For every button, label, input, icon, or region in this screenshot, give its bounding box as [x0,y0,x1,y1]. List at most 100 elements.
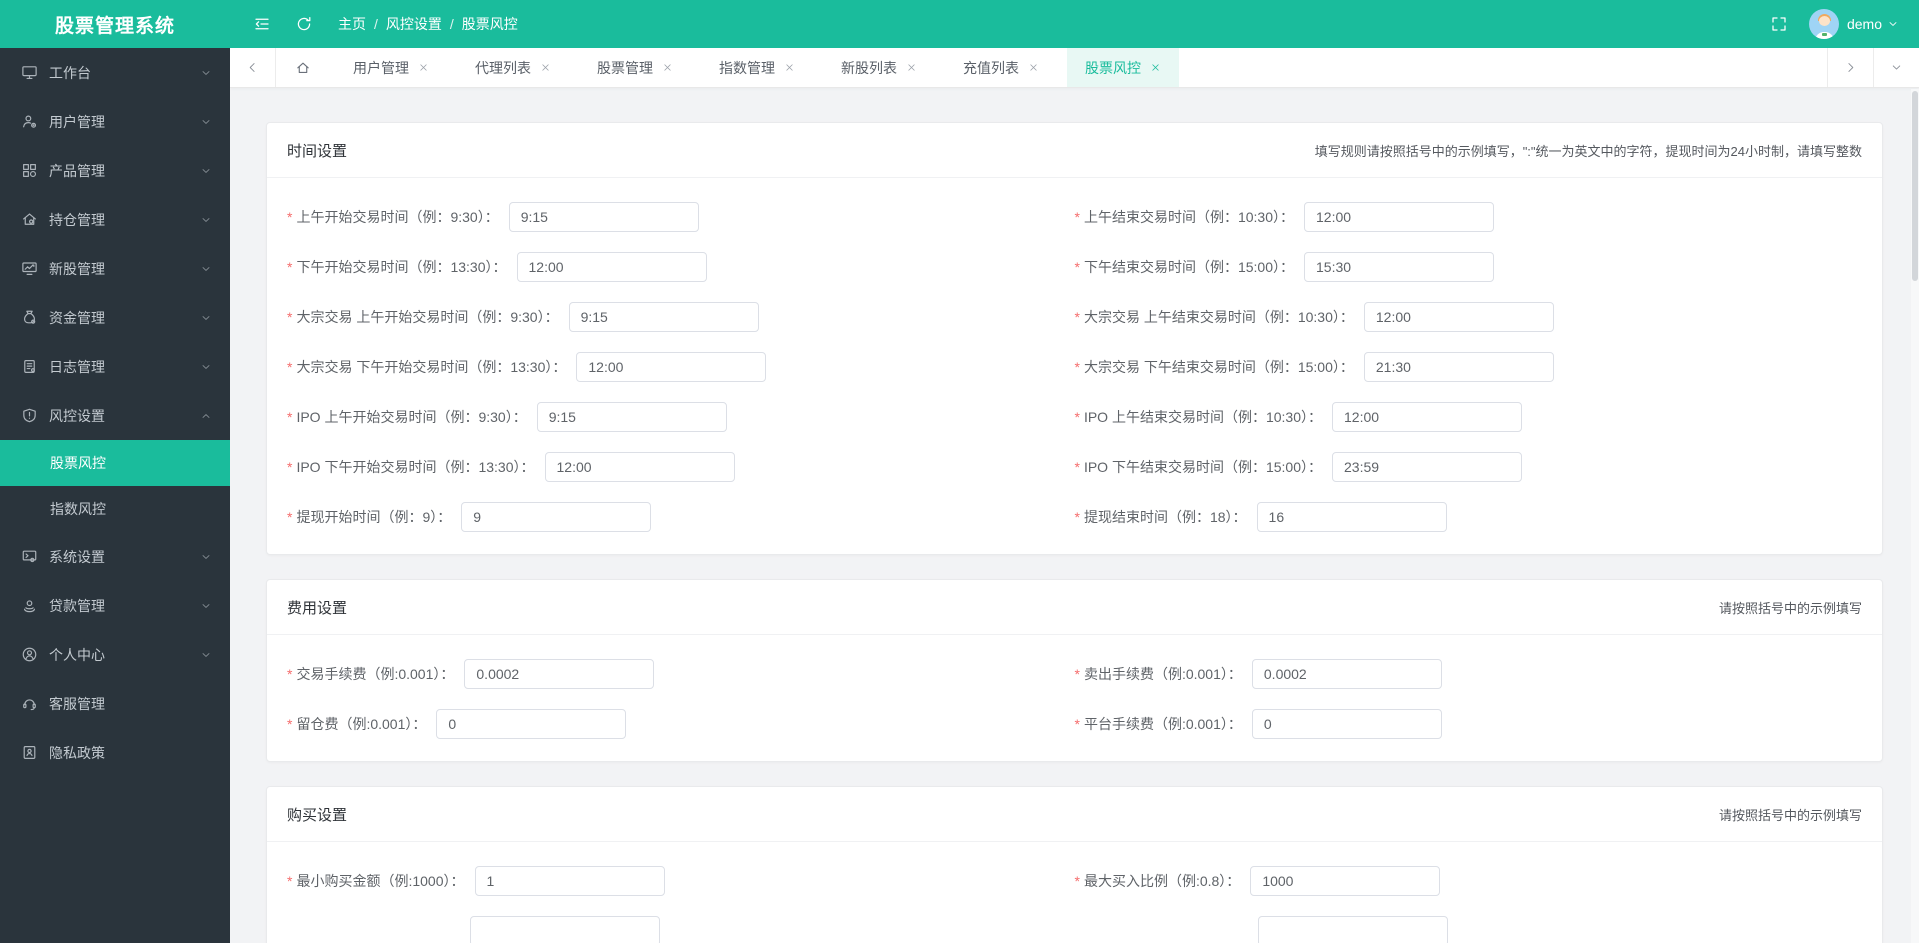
profile-icon [20,646,38,664]
tab[interactable]: 指数管理 [701,48,813,87]
tab[interactable]: 股票风控 [1067,48,1179,87]
required-asterisk: * [1074,409,1080,425]
field-input[interactable] [1332,402,1522,432]
field-label: * 上午结束交易时间（例：10:30）： [1074,209,1295,225]
sidebar-item[interactable]: 贷款管理 [0,581,230,630]
form-field: * 平台手续费（例:0.001）： [1075,709,1863,739]
sidebar-item[interactable]: 产品管理 [0,146,230,195]
refresh-button[interactable] [294,14,314,34]
field-input[interactable] [1257,916,1448,943]
sidebar-item[interactable]: 日志管理 [0,342,230,391]
field-label: * 上午开始交易时间（例：9:30）： [287,209,499,225]
required-asterisk: * [287,873,293,889]
tabs-scroll-right-button[interactable] [1827,48,1873,87]
tab-label: 指数管理 [719,59,775,76]
field-input[interactable] [1251,709,1442,739]
field-input[interactable] [508,202,699,232]
field-input[interactable] [1250,866,1441,896]
home-tab[interactable] [276,48,330,87]
close-icon[interactable] [906,62,917,73]
required-asterisk: * [1074,509,1080,525]
collapse-sidebar-button[interactable] [252,14,272,34]
sidebar-item[interactable]: 系统设置 [0,532,230,581]
sidebar-item-label: 隐私政策 [49,744,105,761]
field-label: * IPO 上午开始交易时间（例：9:30）： [287,409,527,425]
required-asterisk: * [1074,309,1080,325]
form-row: *上午开始交易时间（例：9:30）： *上午结束交易时间（例：10:30）： [287,202,1862,232]
field-input[interactable] [1256,502,1447,532]
sidebar-item[interactable]: 新股管理 [0,244,230,293]
scrollbar[interactable] [1911,89,1919,943]
sidebar-item-label: 用户管理 [49,113,105,130]
sidebar-item[interactable]: 风控设置 [0,391,230,440]
required-asterisk: * [1074,716,1080,732]
close-icon[interactable] [540,62,551,73]
tabs-scroll-left-button[interactable] [230,48,276,87]
field-input[interactable] [568,302,759,332]
tab[interactable]: 充值列表 [945,48,1057,87]
sidebar-item[interactable]: 客服管理 [0,679,230,728]
tab[interactable]: 股票管理 [579,48,691,87]
field-label: * 提现结束时间（例：18）： [1074,509,1247,525]
tab[interactable]: 新股列表 [823,48,935,87]
avatar[interactable] [1808,9,1839,39]
field-input[interactable] [436,709,627,739]
tab[interactable]: 用户管理 [335,48,447,87]
fullscreen-button[interactable] [1769,14,1789,34]
tabs: 用户管理 代理列表 股票管理 指数管理 新股列表 充值列表 股票风控 [330,48,1827,87]
card-note: 请按照括号中的示例填写 [1718,807,1862,823]
chevron-down-icon [200,649,212,661]
sidebar-menu: 工作台用户管理产品管理 持仓管理 新股管理 资金管理 日志管理 风控设置 股票风控 指数风控系… [0,48,230,777]
settings-card: 购买设置 请按照括号中的示例填写 *最小购买金额（例:1000）： *最大买入比例（例… [266,786,1883,943]
support-icon [20,695,38,713]
field-input[interactable] [1251,659,1442,689]
form-field: * 大宗交易 上午结束交易时间（例：10:30）： [1075,302,1863,332]
form-row: *提现开始时间（例：9）： *提现结束时间（例：18）： [287,502,1862,532]
sidebar-item[interactable]: 用户管理 [0,97,230,146]
sidebar-subitem[interactable]: 股票风控 [0,440,230,486]
chevron-down-icon [200,312,212,324]
field-label: * 大宗交易 下午开始交易时间（例：13:30）： [287,359,567,375]
sidebar-item[interactable]: 持仓管理 [0,195,230,244]
tabs-dropdown-button[interactable] [1873,48,1919,87]
field-input[interactable] [1363,352,1554,382]
close-icon[interactable] [418,62,429,73]
field-input[interactable] [474,866,665,896]
field-input[interactable] [1304,252,1494,282]
sidebar-item[interactable]: 工作台 [0,48,230,97]
card-body: *上午开始交易时间（例：9:30）： *上午结束交易时间（例：10:30）： *下午… [267,178,1882,554]
chevron-down-icon[interactable] [1887,18,1899,30]
form-field [1075,916,1863,943]
field-input[interactable] [1304,202,1494,232]
close-icon[interactable] [784,62,795,73]
field-input[interactable] [461,502,652,532]
app-title: 股票管理系统 [54,15,175,37]
tab[interactable]: 代理列表 [457,48,569,87]
sidebar-item[interactable]: 隐私政策 [0,728,230,777]
desktop-icon [20,64,38,82]
app-window: 股票管理系统 主页 / 风控设置 / 股票风控 demo 工作台 用户管理 产品管理 持仓管理… [0,0,1919,943]
close-icon[interactable] [1150,62,1161,73]
loan-icon [20,597,38,615]
breadcrumb-item[interactable]: 风控设置 [386,14,442,34]
sidebar-item[interactable]: 个人中心 [0,630,230,679]
close-icon[interactable] [1028,62,1039,73]
field-input[interactable] [536,402,727,432]
sidebar-item[interactable]: 资金管理 [0,293,230,342]
close-icon[interactable] [662,62,673,73]
field-input[interactable] [544,452,735,482]
field-input[interactable] [576,352,767,382]
form-field: * 交易手续费（例:0.001）： [287,659,1075,689]
form-row: *交易手续费（例:0.001）： *卖出手续费（例:0.001）： [287,659,1862,689]
scrollbar-thumb[interactable] [1912,91,1918,281]
breadcrumb-item[interactable]: 主页 [338,14,366,34]
username[interactable]: demo [1847,16,1882,32]
breadcrumb-item[interactable]: 股票风控 [462,14,518,34]
form-row: *大宗交易 下午开始交易时间（例：13:30）： *大宗交易 下午结束交易时间（例… [287,352,1862,382]
field-input[interactable] [1332,452,1522,482]
field-input[interactable] [516,252,707,282]
field-input[interactable] [464,659,655,689]
field-input[interactable] [1363,302,1554,332]
sidebar-subitem[interactable]: 指数风控 [0,486,230,532]
field-input[interactable] [470,916,660,943]
